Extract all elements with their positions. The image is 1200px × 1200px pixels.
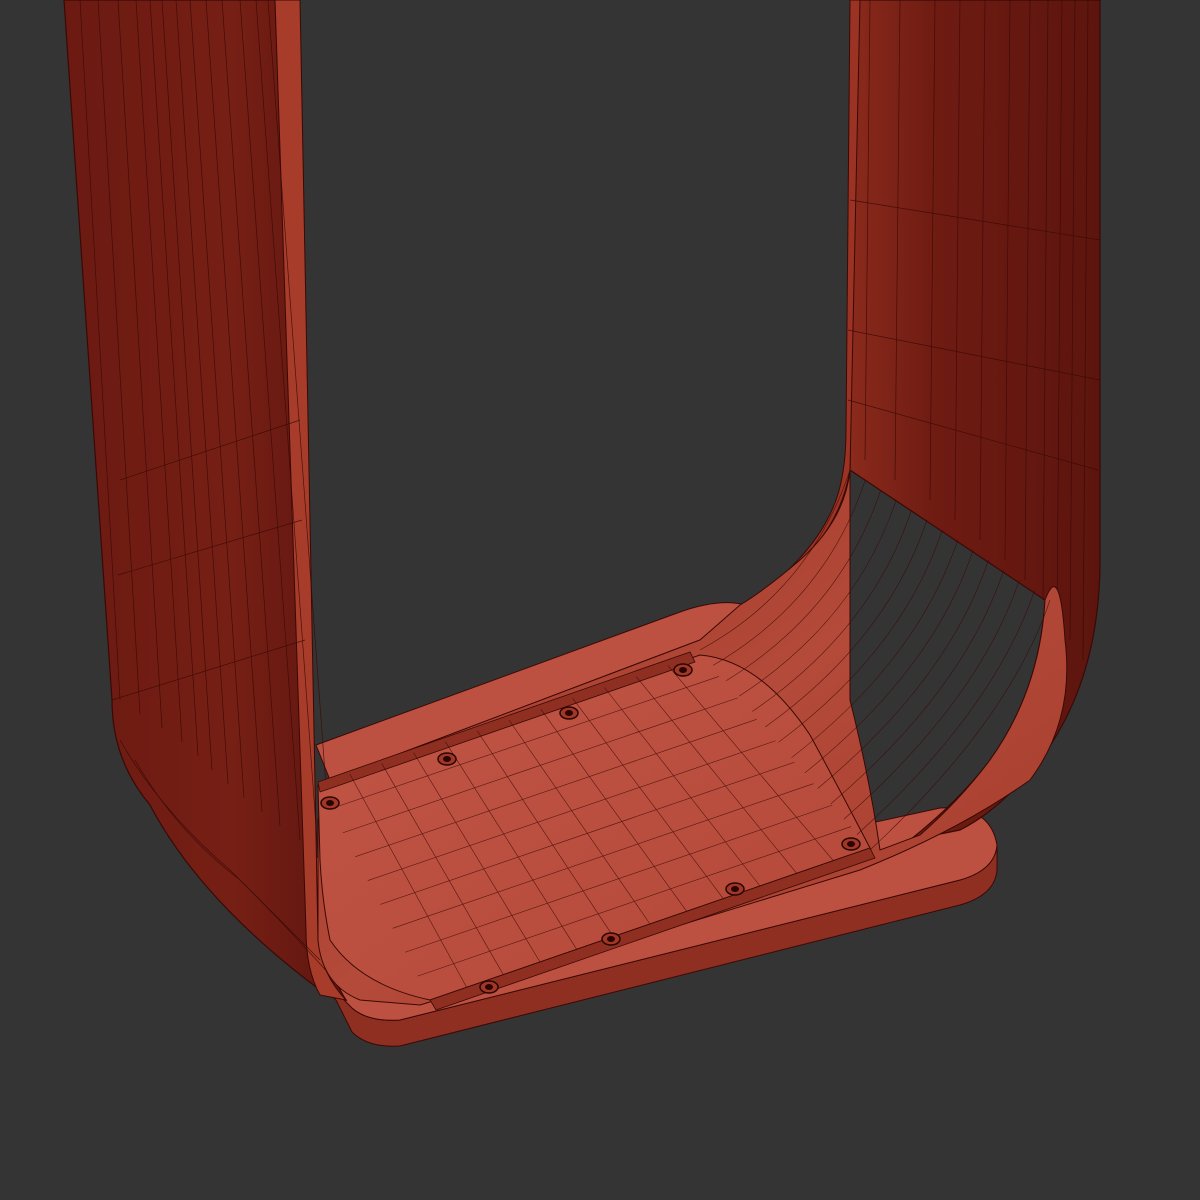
screw-socket xyxy=(443,756,451,762)
3d-viewport[interactable] xyxy=(0,0,1200,1200)
screw-socket xyxy=(326,800,334,806)
screw-socket xyxy=(565,710,573,716)
screw-icon xyxy=(437,752,457,766)
screw-icon xyxy=(725,882,745,896)
screw-icon xyxy=(841,837,861,851)
screw-socket xyxy=(485,984,493,990)
screw-socket xyxy=(847,841,855,847)
wireframe-model-render xyxy=(0,0,1200,1200)
screw-icon xyxy=(479,980,499,994)
screw-socket xyxy=(731,886,739,892)
screw-icon xyxy=(320,796,340,810)
screw-icon xyxy=(601,932,621,946)
screw-socket xyxy=(607,936,615,942)
screw-socket xyxy=(679,667,687,673)
screw-icon xyxy=(559,706,579,720)
screw-icon xyxy=(673,663,693,677)
